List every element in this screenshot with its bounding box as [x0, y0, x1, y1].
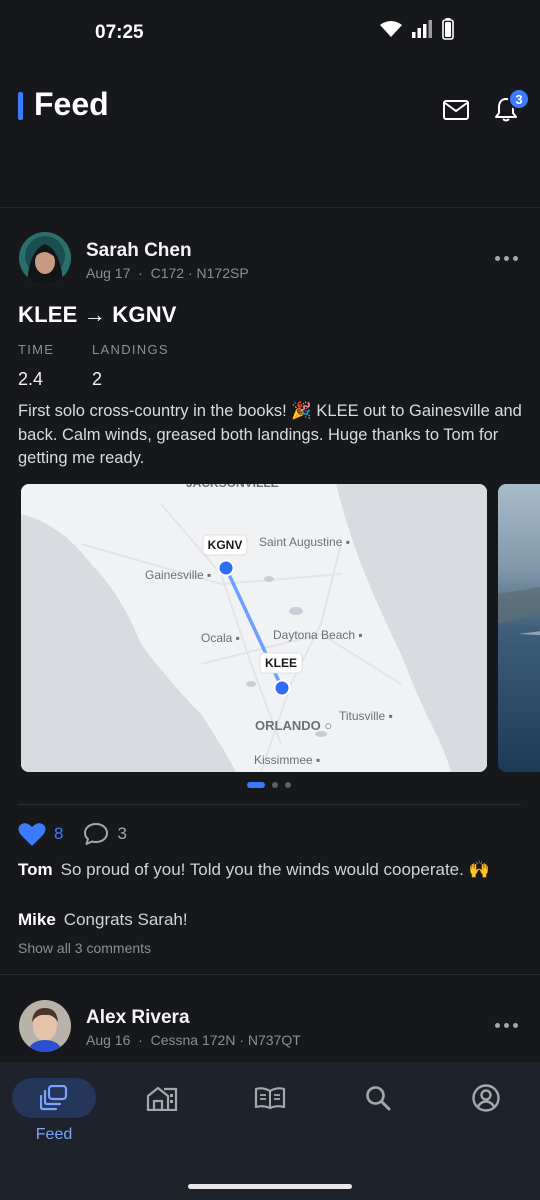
show-all-comments-link[interactable]: Show all 3 comments — [18, 940, 151, 956]
meta-separator: · — [239, 1032, 248, 1048]
stat-time: TIME 2.4 — [18, 342, 54, 390]
hangar-icon — [146, 1086, 178, 1111]
comment-text: So proud of you! Told you the winds woul… — [60, 860, 490, 879]
post-tail-number: N172SP — [196, 265, 249, 281]
meta-separator: · — [187, 265, 197, 281]
notification-badge: 3 — [508, 88, 530, 110]
stat-value: 2.4 — [18, 369, 44, 389]
map-city-label: JACKSONVILLE — [186, 484, 279, 490]
title-accent — [18, 92, 23, 120]
avatar[interactable] — [19, 232, 71, 284]
profile-icon — [472, 1084, 500, 1112]
logbook-icon — [254, 1087, 286, 1110]
nav-item-logbook[interactable] — [228, 1078, 312, 1150]
map-city-label: Daytona Beach ▪ — [273, 628, 363, 642]
author-name[interactable]: Sarah Chen — [86, 240, 192, 262]
comment-button[interactable]: 3 — [83, 822, 127, 846]
heart-icon — [18, 823, 46, 846]
comment-text: Congrats Sarah! — [63, 910, 188, 929]
more-options-button[interactable] — [492, 248, 520, 268]
mail-icon — [443, 100, 469, 120]
nav-pill — [228, 1078, 312, 1118]
post-date: Aug 17 — [86, 265, 131, 281]
dot — [512, 255, 518, 261]
feed-icon — [40, 1085, 68, 1111]
status-bar: 07:25 — [0, 0, 540, 68]
map-city-label: Kissimmee ▪ — [254, 753, 320, 767]
post-separator — [0, 974, 540, 975]
comment: Mike Congrats Sarah! — [18, 908, 528, 932]
page-title: Feed — [34, 86, 109, 122]
nav-pill — [12, 1078, 96, 1118]
post-tail-number: N737QT — [247, 1032, 301, 1048]
post-aircraft: Cessna 172N — [150, 1032, 236, 1048]
dot — [503, 255, 509, 261]
author-name[interactable]: Alex Rivera — [86, 1007, 190, 1029]
divider — [18, 804, 521, 805]
carousel-indicator — [247, 782, 291, 788]
status-time: 07:25 — [95, 22, 144, 43]
route-map[interactable]: JACKSONVILLE Saint Augustine ▪ Gainesvil… — [21, 484, 487, 772]
photo-thumbnail[interactable] — [498, 484, 540, 772]
notifications-button[interactable]: 3 — [486, 88, 530, 130]
carousel-dot[interactable] — [272, 782, 278, 788]
dot — [503, 1022, 509, 1028]
nav-pill — [444, 1078, 528, 1118]
post-aircraft: C172 — [150, 265, 185, 281]
wifi-icon — [380, 21, 402, 37]
stat-landings: LANDINGS 2 — [92, 342, 169, 390]
post-actions: 8 3 — [18, 822, 147, 846]
nav-pill — [336, 1078, 420, 1118]
messages-button[interactable] — [436, 90, 476, 130]
like-count: 8 — [54, 824, 64, 843]
nav-item-hangar[interactable] — [120, 1078, 204, 1150]
comment-icon — [84, 823, 109, 845]
post-meta: Aug 16 · Cessna 172N · N737QT — [86, 1032, 301, 1048]
carousel-dot[interactable] — [247, 782, 265, 788]
nav-pill — [120, 1078, 204, 1118]
status-icons — [380, 18, 454, 40]
map-city-label: ORLANDO ○ — [255, 718, 332, 733]
nav-item-profile[interactable] — [444, 1078, 528, 1150]
route-title: KLEE → KGNV — [18, 302, 177, 327]
like-button[interactable]: 8 — [18, 822, 63, 846]
map-city-label: Ocala ▪ — [201, 631, 240, 645]
nav-label: Feed — [35, 1126, 73, 1143]
post-meta: Aug 17 · C172 · N172SP — [86, 265, 249, 281]
map-city-label: Saint Augustine ▪ — [259, 535, 350, 549]
header: Feed 3 — [0, 68, 540, 208]
carousel-dot[interactable] — [285, 782, 291, 788]
comment: Tom So proud of you! Told you the winds w… — [18, 858, 528, 882]
comment-count: 3 — [117, 824, 127, 843]
map-city-label: Titusville ▪ — [339, 709, 393, 723]
home-indicator[interactable] — [188, 1184, 352, 1189]
battery-icon — [442, 18, 454, 40]
meta-separator: · — [134, 265, 151, 281]
signal-icon — [412, 20, 432, 38]
avatar[interactable] — [19, 1000, 71, 1052]
stat-value: 2 — [92, 369, 103, 389]
map-city-label: Gainesville ▪ — [145, 568, 211, 582]
media-carousel[interactable]: JACKSONVILLE Saint Augustine ▪ Gainesvil… — [21, 484, 540, 774]
origin-label: KLEE — [265, 656, 297, 670]
dot — [494, 255, 500, 261]
bottom-nav: Feed — [0, 1062, 540, 1200]
post-date: Aug 16 — [86, 1032, 131, 1048]
post-body: First solo cross-country in the books! 🎉… — [18, 402, 522, 467]
comment-author[interactable]: Tom — [18, 860, 53, 879]
dot — [512, 1022, 518, 1028]
stat-label: TIME — [18, 342, 55, 357]
nav-item-feed[interactable]: Feed — [12, 1078, 96, 1150]
nav-item-search[interactable] — [336, 1078, 420, 1150]
dot — [494, 1022, 500, 1028]
stat-label: LANDINGS — [92, 342, 169, 357]
destination-label: KGNV — [208, 538, 243, 552]
comment-author[interactable]: Mike — [18, 910, 56, 929]
meta-separator: · — [134, 1032, 151, 1048]
more-options-button[interactable] — [492, 1015, 520, 1035]
search-icon — [366, 1086, 391, 1111]
